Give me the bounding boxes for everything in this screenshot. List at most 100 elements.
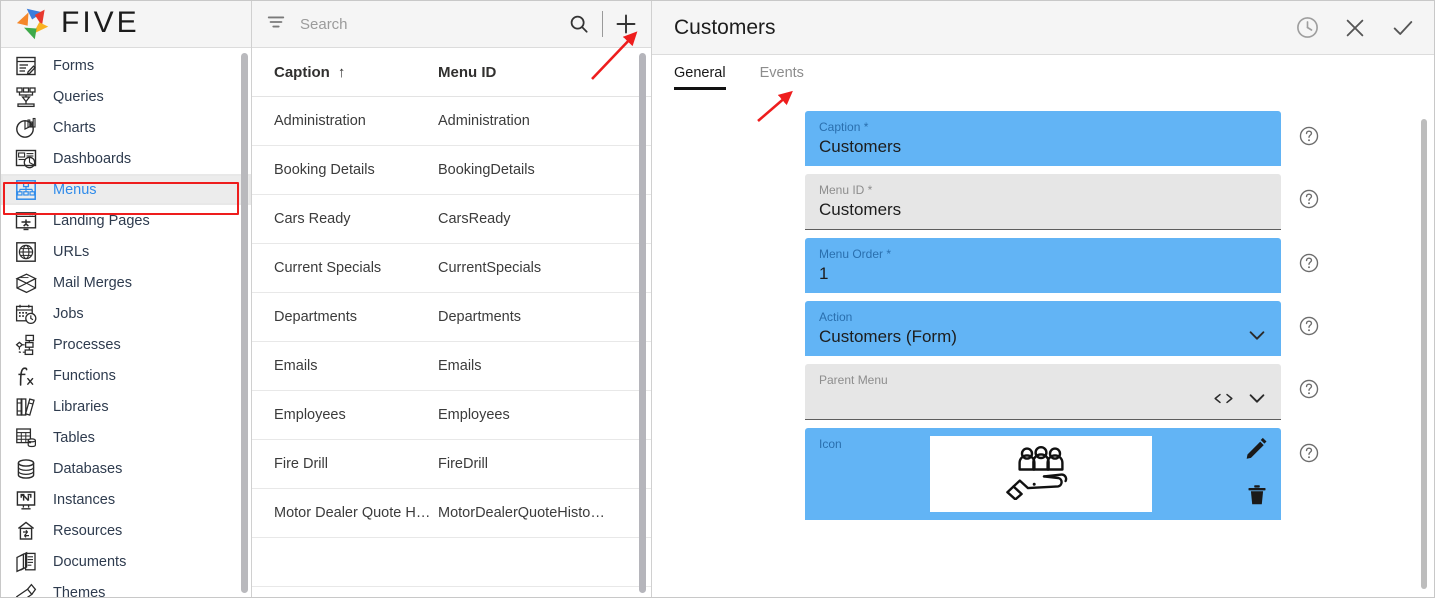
- field-icon[interactable]: Icon: [805, 428, 1281, 520]
- help-circle-icon[interactable]: [1298, 188, 1320, 215]
- general-tab-form: Caption * Customers Menu ID * Customers …: [652, 97, 1434, 597]
- field-value[interactable]: [819, 389, 1267, 411]
- sidebar-item-documents[interactable]: Documents: [1, 546, 251, 577]
- field-value[interactable]: Customers (Form): [819, 326, 1267, 348]
- help-circle-icon[interactable]: [1298, 315, 1320, 342]
- sidebar-item-databases[interactable]: Databases: [1, 453, 251, 484]
- field-value[interactable]: 1: [819, 263, 1267, 285]
- instances-icon: [13, 488, 39, 512]
- field-row: Menu ID * Customers: [652, 174, 1434, 230]
- table-row[interactable]: Cars Ready CarsReady: [252, 195, 651, 244]
- sidebar-item-mail-merges[interactable]: Mail Merges: [1, 267, 251, 298]
- sidebar-item-processes[interactable]: Processes: [1, 329, 251, 360]
- sidebar-item-label: Forms: [53, 57, 95, 74]
- code-brackets-icon: [1214, 393, 1233, 403]
- row-caption: Fire Drill: [274, 456, 328, 472]
- filter-icon[interactable]: [266, 12, 286, 37]
- sidebar-item-label: Menus: [53, 181, 97, 198]
- jobs-icon: [13, 302, 39, 326]
- column-header-menu-id[interactable]: Menu ID: [438, 64, 651, 81]
- confirm-icon[interactable]: [1390, 15, 1416, 41]
- help-circle-icon[interactable]: [1298, 125, 1320, 152]
- toolbar-divider: [602, 11, 603, 37]
- table-row[interactable]: Current Specials CurrentSpecials: [252, 244, 651, 293]
- sidebar-item-themes[interactable]: Themes: [1, 577, 251, 597]
- customers-in-hand-icon: [1006, 445, 1068, 501]
- landing-pages-icon: [13, 209, 39, 233]
- icon-field-buttons: [1244, 436, 1269, 512]
- field-parent-menu[interactable]: Parent Menu: [805, 364, 1281, 420]
- menus-list-rows: Administration Administration Booking Deta…: [252, 97, 651, 597]
- list-search-toolbar: [252, 1, 651, 48]
- icon-preview[interactable]: [930, 436, 1152, 512]
- field-label: Icon: [819, 437, 842, 451]
- row-menu-id: Emails: [438, 358, 482, 374]
- table-row[interactable]: Employees Employees: [252, 391, 651, 440]
- table-row[interactable]: Motor Dealer Quote His… MotorDealerQuoteH…: [252, 489, 651, 538]
- list-scrollbar[interactable]: [639, 53, 646, 593]
- column-header-caption[interactable]: Caption ↑: [252, 64, 438, 81]
- field-label: Parent Menu: [819, 373, 888, 387]
- field-caption[interactable]: Caption * Customers: [805, 111, 1281, 166]
- close-icon[interactable]: [1342, 15, 1368, 41]
- field-menu-order[interactable]: Menu Order * 1: [805, 238, 1281, 293]
- table-row[interactable]: Fire Drill FireDrill: [252, 440, 651, 489]
- databases-icon: [13, 457, 39, 481]
- sidebar-item-libraries[interactable]: Libraries: [1, 391, 251, 422]
- field-value[interactable]: Customers: [819, 136, 1267, 158]
- page-title: Customers: [674, 15, 776, 39]
- sidebar-item-jobs[interactable]: Jobs: [1, 298, 251, 329]
- search-icon[interactable]: [566, 11, 592, 37]
- customers-in-hand-icon: [1004, 444, 1078, 505]
- table-row[interactable]: [252, 538, 651, 587]
- themes-icon: [13, 581, 39, 597]
- pencil-icon[interactable]: [1244, 436, 1269, 466]
- field-value[interactable]: Customers: [819, 199, 1267, 221]
- menus-icon: [13, 178, 39, 202]
- row-caption: Booking Details: [274, 162, 375, 178]
- libraries-icon: [13, 395, 39, 419]
- tab-events[interactable]: Events: [760, 65, 804, 90]
- sidebar-item-instances[interactable]: Instances: [1, 484, 251, 515]
- sidebar-item-functions[interactable]: Functions: [1, 360, 251, 391]
- sidebar-item-label: Mail Merges: [53, 274, 132, 291]
- help-circle-icon[interactable]: [1298, 378, 1320, 405]
- sidebar-item-urls[interactable]: URLs: [1, 236, 251, 267]
- parent-menu-adornments[interactable]: [1211, 387, 1268, 409]
- search-input[interactable]: [296, 15, 556, 33]
- plus-icon[interactable]: [613, 11, 639, 37]
- sidebar-item-label: Libraries: [53, 398, 109, 415]
- tab-general[interactable]: General: [674, 65, 726, 90]
- forms-icon: [13, 54, 39, 78]
- field-row: Caption * Customers: [652, 111, 1434, 166]
- sidebar-item-dashboards[interactable]: Dashboards: [1, 143, 251, 174]
- field-action[interactable]: Action Customers (Form): [805, 301, 1281, 356]
- sidebar-item-label: Themes: [53, 584, 106, 598]
- detail-scrollbar[interactable]: [1421, 119, 1427, 589]
- history-icon[interactable]: [1294, 15, 1320, 41]
- sidebar-item-charts[interactable]: Charts: [1, 112, 251, 143]
- action-dropdown-chevron[interactable]: [1246, 324, 1268, 346]
- field-menu-id[interactable]: Menu ID * Customers: [805, 174, 1281, 230]
- table-row[interactable]: Booking Details BookingDetails: [252, 146, 651, 195]
- table-row[interactable]: Emails Emails: [252, 342, 651, 391]
- trash-icon[interactable]: [1245, 483, 1269, 512]
- sidebar-item-menus[interactable]: Menus: [1, 174, 251, 205]
- help-circle-icon[interactable]: [1298, 442, 1320, 469]
- sidebar-item-landing-pages[interactable]: Landing Pages: [1, 205, 251, 236]
- table-row[interactable]: Administration Administration: [252, 97, 651, 146]
- sidebar-item-tables[interactable]: Tables: [1, 422, 251, 453]
- row-menu-id: Administration: [438, 113, 530, 129]
- sidebar-item-forms[interactable]: Forms: [1, 50, 251, 81]
- brand-header: FIVE: [1, 1, 251, 48]
- sidebar-scrollbar[interactable]: [241, 53, 248, 593]
- five-application-window: FIVE Forms Queries Charts Dashboards Men…: [0, 0, 1435, 598]
- sidebar-item-label: Landing Pages: [53, 212, 150, 229]
- help-circle-icon[interactable]: [1298, 252, 1320, 279]
- sidebar-nav-list: Forms Queries Charts Dashboards Menus La…: [1, 48, 251, 597]
- sidebar-item-queries[interactable]: Queries: [1, 81, 251, 112]
- table-row[interactable]: Departments Departments: [252, 293, 651, 342]
- sidebar-item-label: Instances: [53, 491, 116, 508]
- sidebar-item-resources[interactable]: Resources: [1, 515, 251, 546]
- row-menu-id: FireDrill: [438, 456, 488, 472]
